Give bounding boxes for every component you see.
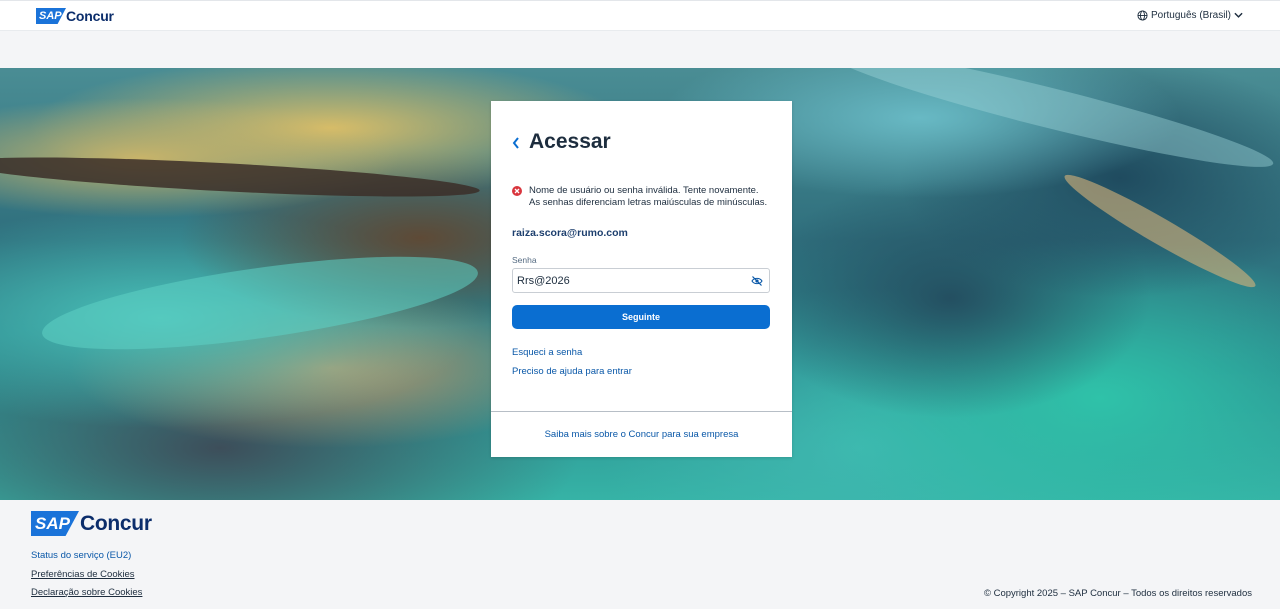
login-card: Acessar Nome de usuário ou senha inválid…	[491, 101, 792, 457]
language-selector[interactable]: Português (Brasil)	[1137, 10, 1246, 21]
hero-terrain-band	[0, 149, 481, 205]
sap-logo-badge: SAP	[31, 511, 79, 536]
concur-logo-text: Concur	[66, 8, 114, 24]
password-label: Senha	[512, 255, 537, 265]
page-title: Acessar	[529, 130, 611, 153]
cookie-preferences-link[interactable]: Preferências de Cookies	[31, 569, 135, 580]
globe-icon	[1137, 10, 1148, 21]
error-message: Nome de usuário ou senha inválida. Tente…	[512, 185, 777, 208]
hero-water-band	[821, 68, 1279, 184]
forgot-password-link[interactable]: Esqueci a senha	[512, 347, 582, 358]
user-email: raiza.scora@rumo.com	[512, 227, 628, 239]
hero-water-band	[37, 237, 483, 369]
cookie-statement-link[interactable]: Declaração sobre Cookies	[31, 587, 142, 598]
need-help-link[interactable]: Preciso de ajuda para entrar	[512, 366, 632, 377]
password-field[interactable]	[512, 268, 770, 293]
eye-slash-icon[interactable]	[751, 275, 763, 287]
hero-sand-band	[1058, 164, 1262, 298]
footer-sap-concur-logo: SAP Concur	[31, 511, 152, 536]
sap-logo-badge: SAP	[36, 8, 66, 24]
error-circle-icon	[512, 186, 522, 196]
password-input[interactable]	[517, 272, 737, 289]
top-header: SAP Concur Português (Brasil)	[0, 0, 1280, 31]
chevron-left-icon	[512, 137, 519, 149]
sap-concur-logo[interactable]: SAP Concur	[36, 8, 114, 24]
back-button[interactable]	[509, 135, 523, 151]
learn-more-link[interactable]: Saiba mais sobre o Concur para sua empre…	[491, 429, 792, 440]
chevron-down-icon	[1234, 12, 1243, 18]
error-text-line: As senhas diferenciam letras maiúsculas …	[529, 196, 768, 208]
next-button[interactable]: Seguinte	[512, 305, 770, 329]
language-label: Português (Brasil)	[1150, 10, 1231, 21]
card-divider	[491, 411, 792, 412]
error-text-line: Nome de usuário ou senha inválida. Tente…	[529, 185, 759, 196]
error-text: Nome de usuário ou senha inválida. Tente…	[529, 185, 767, 208]
copyright-text: © Copyright 2025 – SAP Concur – Todos os…	[983, 588, 1252, 599]
concur-logo-text: Concur	[80, 511, 152, 535]
service-status-link[interactable]: Status do serviço (EU2)	[31, 550, 131, 561]
